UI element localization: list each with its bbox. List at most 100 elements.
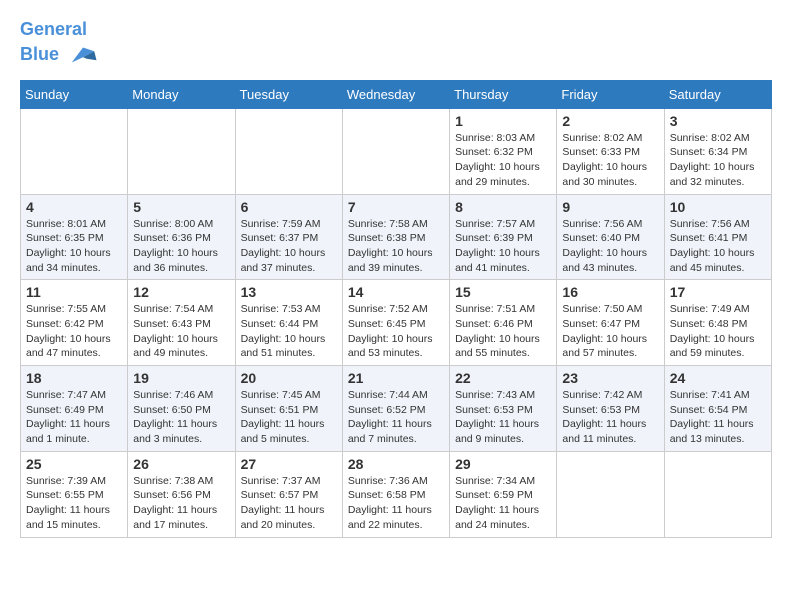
- day-info: Sunrise: 7:57 AM Sunset: 6:39 PM Dayligh…: [455, 217, 551, 276]
- calendar-cell: [664, 451, 771, 537]
- calendar-cell: 29 Sunrise: 7:34 AM Sunset: 6:59 PM Dayli…: [450, 451, 557, 537]
- calendar-week-row: 11Sunrise: 7:55 AM Sunset: 6:42 PM Dayli…: [21, 280, 772, 366]
- calendar-cell: [128, 108, 235, 194]
- day-info: Sunrise: 7:59 AM Sunset: 6:37 PM Dayligh…: [241, 217, 337, 276]
- day-number: 6: [241, 199, 337, 215]
- day-number: 5: [133, 199, 229, 215]
- page-header: General Blue: [20, 20, 772, 70]
- day-info: Sunrise: 7:56 AM Sunset: 6:40 PM Dayligh…: [562, 217, 658, 276]
- calendar-cell: 21 Sunrise: 7:44 AM Sunset: 6:52 PM Dayli…: [342, 366, 449, 452]
- day-info: Sunrise: 7:44 AM Sunset: 6:52 PM Dayligh…: [348, 388, 444, 447]
- day-info: Sunrise: 7:39 AM Sunset: 6:55 PM Dayligh…: [26, 474, 122, 533]
- day-info: Sunrise: 7:43 AM Sunset: 6:53 PM Dayligh…: [455, 388, 551, 447]
- weekday-header: Monday: [128, 80, 235, 108]
- day-number: 18: [26, 370, 122, 386]
- day-number: 26: [133, 456, 229, 472]
- calendar-cell: 11Sunrise: 7:55 AM Sunset: 6:42 PM Dayli…: [21, 280, 128, 366]
- day-number: 29: [455, 456, 551, 472]
- weekday-header: Tuesday: [235, 80, 342, 108]
- day-info: Sunrise: 7:58 AM Sunset: 6:38 PM Dayligh…: [348, 217, 444, 276]
- day-info: Sunrise: 7:52 AM Sunset: 6:45 PM Dayligh…: [348, 302, 444, 361]
- day-number: 4: [26, 199, 122, 215]
- calendar-cell: 28 Sunrise: 7:36 AM Sunset: 6:58 PM Dayli…: [342, 451, 449, 537]
- calendar-cell: 1 Sunrise: 8:03 AM Sunset: 6:32 PM Daylig…: [450, 108, 557, 194]
- day-info: Sunrise: 7:45 AM Sunset: 6:51 PM Dayligh…: [241, 388, 337, 447]
- calendar-week-row: 25 Sunrise: 7:39 AM Sunset: 6:55 PM Dayli…: [21, 451, 772, 537]
- day-number: 14: [348, 284, 444, 300]
- weekday-header: Saturday: [664, 80, 771, 108]
- calendar-cell: 3 Sunrise: 8:02 AM Sunset: 6:34 PM Daylig…: [664, 108, 771, 194]
- day-number: 25: [26, 456, 122, 472]
- day-info: Sunrise: 7:41 AM Sunset: 6:54 PM Dayligh…: [670, 388, 766, 447]
- day-number: 22: [455, 370, 551, 386]
- day-number: 20: [241, 370, 337, 386]
- calendar-cell: 25 Sunrise: 7:39 AM Sunset: 6:55 PM Dayli…: [21, 451, 128, 537]
- calendar-cell: 10 Sunrise: 7:56 AM Sunset: 6:41 PM Dayli…: [664, 194, 771, 280]
- day-info: Sunrise: 8:03 AM Sunset: 6:32 PM Dayligh…: [455, 131, 551, 190]
- weekday-header: Thursday: [450, 80, 557, 108]
- calendar-week-row: 1 Sunrise: 8:03 AM Sunset: 6:32 PM Daylig…: [21, 108, 772, 194]
- calendar-cell: 16 Sunrise: 7:50 AM Sunset: 6:47 PM Dayli…: [557, 280, 664, 366]
- day-info: Sunrise: 7:47 AM Sunset: 6:49 PM Dayligh…: [26, 388, 122, 447]
- day-info: Sunrise: 7:34 AM Sunset: 6:59 PM Dayligh…: [455, 474, 551, 533]
- day-number: 23: [562, 370, 658, 386]
- calendar-cell: 20 Sunrise: 7:45 AM Sunset: 6:51 PM Dayli…: [235, 366, 342, 452]
- day-info: Sunrise: 7:37 AM Sunset: 6:57 PM Dayligh…: [241, 474, 337, 533]
- calendar-cell: 13 Sunrise: 7:53 AM Sunset: 6:44 PM Dayli…: [235, 280, 342, 366]
- day-number: 1: [455, 113, 551, 129]
- logo-text-blue: Blue: [20, 40, 98, 70]
- day-number: 11: [26, 284, 122, 300]
- calendar-cell: 23 Sunrise: 7:42 AM Sunset: 6:53 PM Dayli…: [557, 366, 664, 452]
- day-number: 27: [241, 456, 337, 472]
- weekday-header: Wednesday: [342, 80, 449, 108]
- day-number: 9: [562, 199, 658, 215]
- day-number: 13: [241, 284, 337, 300]
- calendar-cell: 8 Sunrise: 7:57 AM Sunset: 6:39 PM Daylig…: [450, 194, 557, 280]
- calendar-cell: 22 Sunrise: 7:43 AM Sunset: 6:53 PM Dayli…: [450, 366, 557, 452]
- calendar-cell: [235, 108, 342, 194]
- day-info: Sunrise: 7:49 AM Sunset: 6:48 PM Dayligh…: [670, 302, 766, 361]
- calendar-cell: [342, 108, 449, 194]
- day-number: 21: [348, 370, 444, 386]
- calendar-cell: 19Sunrise: 7:46 AM Sunset: 6:50 PM Dayli…: [128, 366, 235, 452]
- day-info: Sunrise: 7:38 AM Sunset: 6:56 PM Dayligh…: [133, 474, 229, 533]
- weekday-header: Friday: [557, 80, 664, 108]
- day-info: Sunrise: 7:51 AM Sunset: 6:46 PM Dayligh…: [455, 302, 551, 361]
- day-number: 17: [670, 284, 766, 300]
- day-info: Sunrise: 8:00 AM Sunset: 6:36 PM Dayligh…: [133, 217, 229, 276]
- day-info: Sunrise: 8:02 AM Sunset: 6:33 PM Dayligh…: [562, 131, 658, 190]
- day-number: 3: [670, 113, 766, 129]
- calendar-cell: 27 Sunrise: 7:37 AM Sunset: 6:57 PM Dayli…: [235, 451, 342, 537]
- day-info: Sunrise: 7:36 AM Sunset: 6:58 PM Dayligh…: [348, 474, 444, 533]
- calendar-cell: [21, 108, 128, 194]
- calendar-cell: 2 Sunrise: 8:02 AM Sunset: 6:33 PM Daylig…: [557, 108, 664, 194]
- calendar-cell: 9 Sunrise: 7:56 AM Sunset: 6:40 PM Daylig…: [557, 194, 664, 280]
- calendar-cell: 12Sunrise: 7:54 AM Sunset: 6:43 PM Dayli…: [128, 280, 235, 366]
- logo-text: General: [20, 20, 98, 40]
- calendar-cell: 26 Sunrise: 7:38 AM Sunset: 6:56 PM Dayli…: [128, 451, 235, 537]
- day-info: Sunrise: 7:50 AM Sunset: 6:47 PM Dayligh…: [562, 302, 658, 361]
- day-info: Sunrise: 7:46 AM Sunset: 6:50 PM Dayligh…: [133, 388, 229, 447]
- day-number: 7: [348, 199, 444, 215]
- day-number: 12: [133, 284, 229, 300]
- day-info: Sunrise: 8:02 AM Sunset: 6:34 PM Dayligh…: [670, 131, 766, 190]
- day-number: 15: [455, 284, 551, 300]
- day-number: 16: [562, 284, 658, 300]
- weekday-header-row: SundayMondayTuesdayWednesdayThursdayFrid…: [21, 80, 772, 108]
- calendar-cell: 18 Sunrise: 7:47 AM Sunset: 6:49 PM Dayli…: [21, 366, 128, 452]
- calendar-cell: 6 Sunrise: 7:59 AM Sunset: 6:37 PM Daylig…: [235, 194, 342, 280]
- calendar-cell: 14 Sunrise: 7:52 AM Sunset: 6:45 PM Dayli…: [342, 280, 449, 366]
- day-info: Sunrise: 8:01 AM Sunset: 6:35 PM Dayligh…: [26, 217, 122, 276]
- day-number: 28: [348, 456, 444, 472]
- day-info: Sunrise: 7:56 AM Sunset: 6:41 PM Dayligh…: [670, 217, 766, 276]
- day-number: 8: [455, 199, 551, 215]
- calendar-cell: 5 Sunrise: 8:00 AM Sunset: 6:36 PM Daylig…: [128, 194, 235, 280]
- day-info: Sunrise: 7:53 AM Sunset: 6:44 PM Dayligh…: [241, 302, 337, 361]
- day-info: Sunrise: 7:42 AM Sunset: 6:53 PM Dayligh…: [562, 388, 658, 447]
- logo-bird-icon: [68, 40, 98, 70]
- calendar-cell: 7 Sunrise: 7:58 AM Sunset: 6:38 PM Daylig…: [342, 194, 449, 280]
- calendar-cell: 17 Sunrise: 7:49 AM Sunset: 6:48 PM Dayli…: [664, 280, 771, 366]
- day-number: 2: [562, 113, 658, 129]
- day-number: 24: [670, 370, 766, 386]
- day-number: 10: [670, 199, 766, 215]
